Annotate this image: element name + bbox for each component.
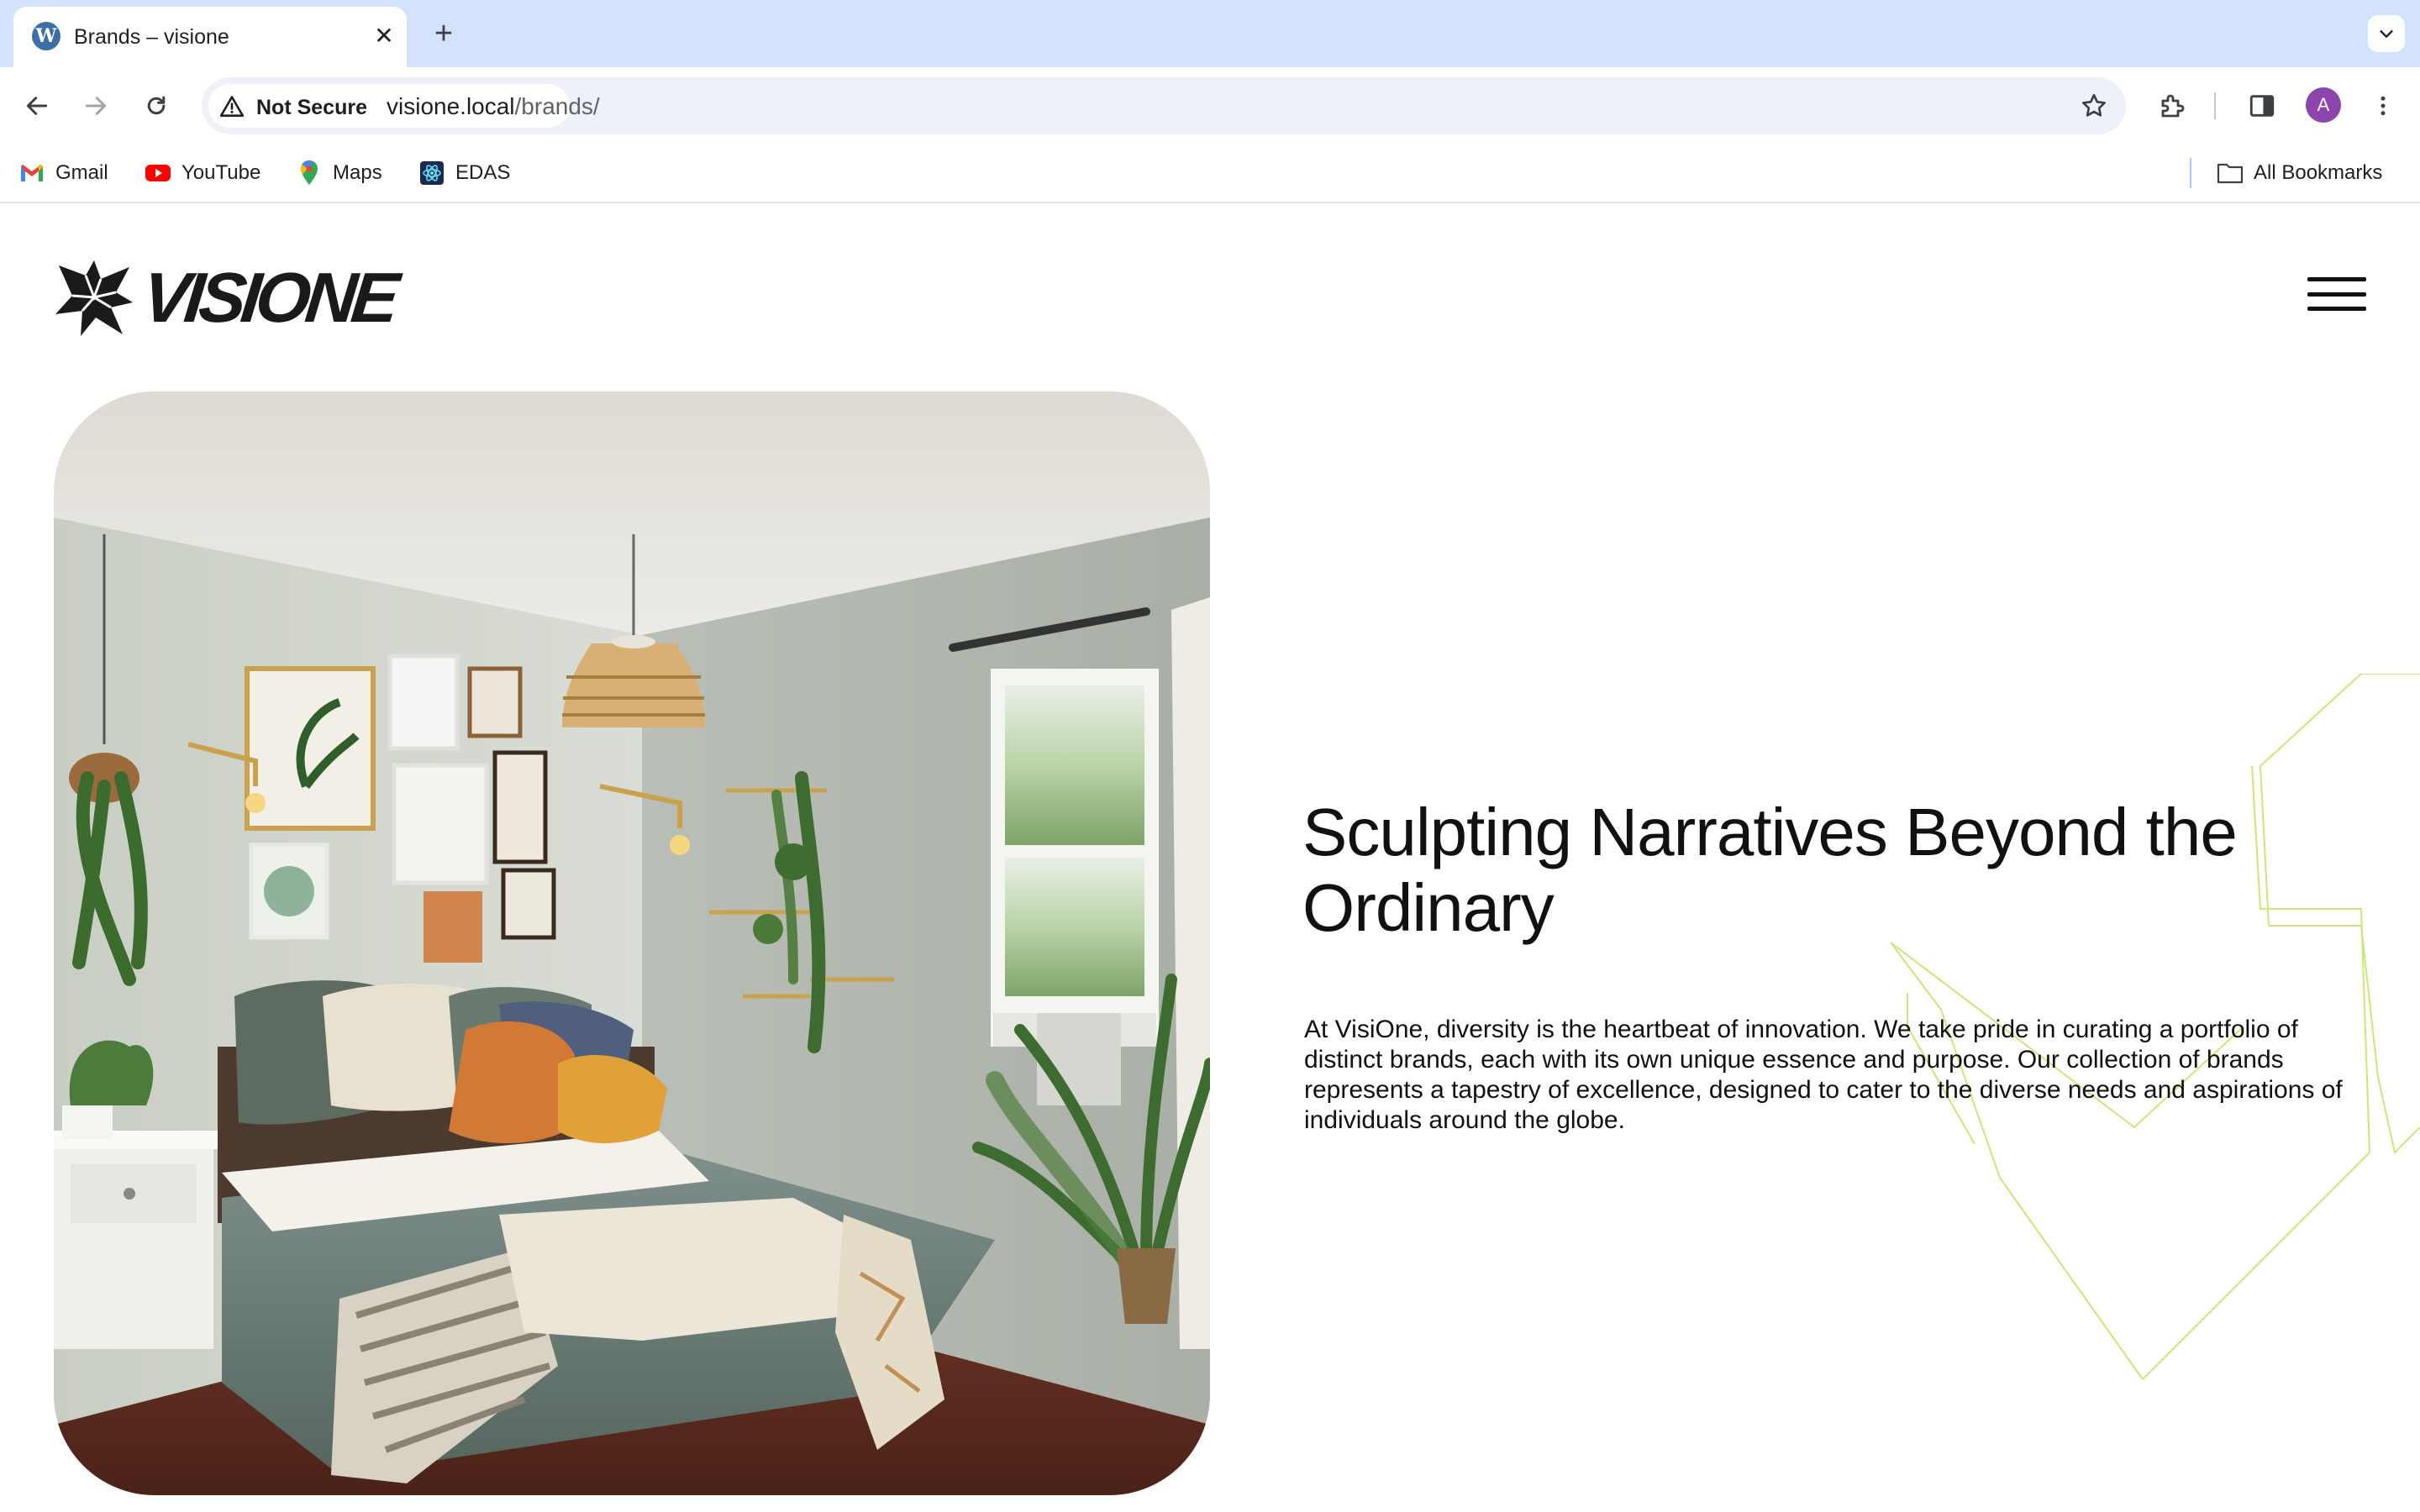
youtube-icon bbox=[145, 160, 171, 186]
edas-icon bbox=[418, 160, 445, 186]
reload-button[interactable] bbox=[134, 84, 178, 128]
hero-bedroom-image bbox=[54, 391, 1210, 1495]
bookmark-edas[interactable]: EDAS bbox=[418, 156, 510, 190]
browser-menu-button[interactable] bbox=[2361, 84, 2405, 128]
web-page: VISIONE Sculpting Narratives Beyond the … bbox=[0, 203, 2420, 1512]
wordpress-icon: W bbox=[32, 22, 60, 50]
url-text[interactable]: visione.local/brands/ bbox=[387, 93, 600, 120]
forward-button[interactable] bbox=[74, 84, 118, 128]
reload-icon bbox=[147, 96, 166, 115]
folder-icon bbox=[2217, 160, 2244, 186]
chevron-down-icon bbox=[2380, 30, 2393, 38]
bookmark-label: YouTube bbox=[182, 161, 261, 184]
all-bookmarks-button[interactable]: All Bookmarks bbox=[2217, 156, 2382, 190]
browser-toolbar: Not Secure visione.local/brands/ A bbox=[0, 67, 2420, 144]
bookmark-youtube[interactable]: YouTube bbox=[145, 156, 260, 190]
tab-search-button[interactable] bbox=[2368, 15, 2405, 52]
bookmark-maps[interactable]: Maps bbox=[296, 156, 382, 190]
bedroom-illustration bbox=[54, 391, 1210, 1495]
gmail-icon bbox=[18, 160, 45, 186]
bookmark-label: Maps bbox=[333, 161, 382, 184]
tab-active[interactable]: W Brands – visione ✕ bbox=[13, 7, 407, 67]
toolbar-divider bbox=[2214, 92, 2216, 119]
hamburger-line bbox=[2307, 277, 2366, 281]
hamburger-menu-button[interactable] bbox=[2307, 277, 2366, 311]
profile-avatar[interactable]: A bbox=[2306, 87, 2341, 123]
extensions-button[interactable] bbox=[2151, 84, 2195, 128]
side-panel-icon bbox=[2249, 95, 2275, 117]
tab-close-icon[interactable]: ✕ bbox=[371, 24, 397, 49]
bookmark-gmail[interactable]: Gmail bbox=[18, 156, 108, 190]
url-host: visione.local bbox=[387, 93, 515, 119]
hamburger-line bbox=[2307, 307, 2366, 311]
bookmarks-divider bbox=[2190, 158, 2191, 188]
warning-icon bbox=[220, 96, 244, 117]
maps-icon bbox=[296, 160, 323, 186]
url-path: /brands/ bbox=[514, 93, 600, 119]
logo-text: VISIONE bbox=[139, 258, 398, 337]
tab-title: Brands – visione bbox=[74, 25, 229, 49]
hero-headline: Sculpting Narratives Beyond the Ordinary bbox=[1302, 795, 2238, 945]
logo-mark-icon bbox=[55, 260, 133, 336]
bookmark-star-button[interactable] bbox=[2075, 87, 2112, 124]
bookmark-label: Gmail bbox=[55, 161, 108, 184]
site-logo[interactable]: VISIONE bbox=[52, 255, 398, 339]
star-icon bbox=[2082, 93, 2106, 117]
arrow-left-icon bbox=[26, 97, 48, 115]
back-button[interactable] bbox=[15, 84, 59, 128]
hero-description: At VisiOne, diversity is the heartbeat o… bbox=[1304, 1016, 2343, 1134]
hamburger-line bbox=[2307, 291, 2366, 297]
tab-strip: W Brands – visione ✕ + bbox=[0, 0, 2420, 67]
arrow-right-icon bbox=[85, 97, 107, 115]
security-label: Not Secure bbox=[256, 96, 367, 119]
all-bookmarks-label: All Bookmarks bbox=[2254, 161, 2383, 184]
kebab-menu-icon bbox=[2381, 96, 2386, 116]
new-tab-button[interactable]: + bbox=[427, 17, 460, 50]
side-panel-button[interactable] bbox=[2240, 84, 2284, 128]
address-bar[interactable]: Not Secure visione.local/brands/ bbox=[202, 77, 2126, 134]
bookmark-label: EDAS bbox=[455, 161, 511, 184]
bookmarks-bar: Gmail YouTube Maps EDAS All Bookmarks bbox=[0, 144, 2420, 203]
browser-window: W Brands – visione ✕ + Not Secure vision… bbox=[0, 0, 2420, 1512]
puzzle-icon bbox=[2161, 94, 2185, 118]
